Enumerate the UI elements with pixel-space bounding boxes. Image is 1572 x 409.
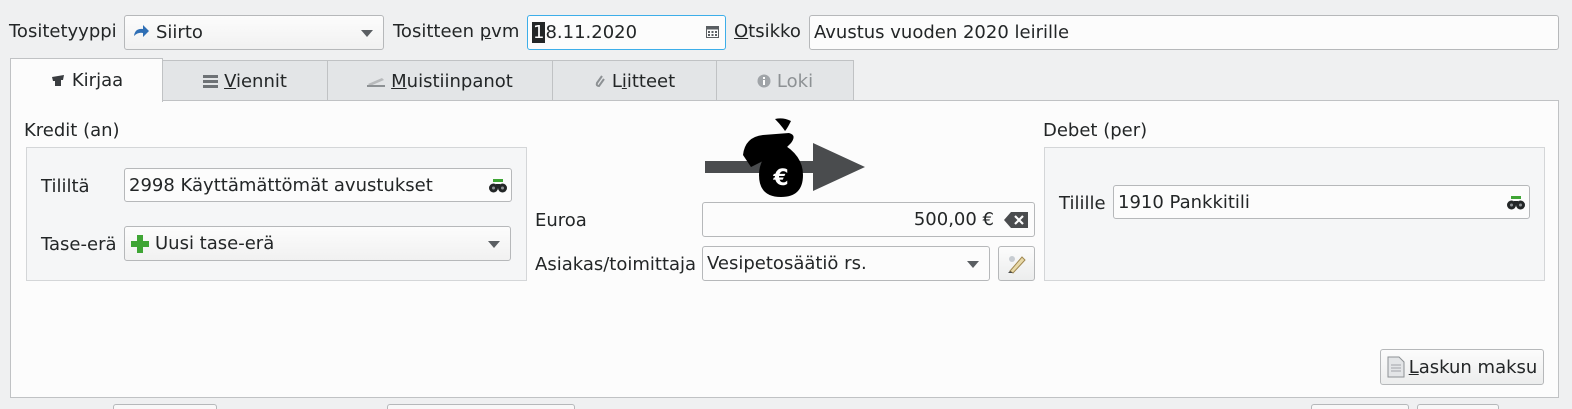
debit-account-label: Tilille (1059, 193, 1106, 214)
chevron-down-icon (967, 260, 979, 268)
note-icon (367, 75, 386, 87)
hat-icon (50, 74, 66, 88)
clear-icon[interactable] (1004, 212, 1028, 228)
title-value: Avustus vuoden 2020 leirille (814, 22, 1070, 43)
paperclip-icon (594, 73, 606, 89)
chevron-down-icon (361, 29, 373, 37)
debit-account-value: 1910 Pankkitili (1118, 191, 1250, 213)
tab-label: Kirjaa (71, 70, 124, 91)
amount-input[interactable]: 500,00 € (702, 202, 1035, 237)
tab-label: Viennit (224, 70, 287, 92)
calendar-icon[interactable] (706, 26, 719, 38)
amount-label: Euroa (535, 210, 587, 231)
credit-account-value: 2998 Käyttämättömät avustukset (129, 174, 433, 196)
customer-label: Asiakas/toimittaja (535, 254, 697, 275)
title-input[interactable]: Avustus vuoden 2020 leirille (809, 15, 1559, 50)
bottom-button[interactable] (387, 404, 575, 409)
customer-value: Vesipetosäätiö rs. (707, 253, 867, 274)
credit-balance-combo[interactable]: Uusi tase-erä (124, 226, 511, 261)
debit-group: Tilille 1910 Pankkitili (1044, 147, 1545, 281)
credit-balance-label: Tase-erä (41, 234, 117, 255)
title-label: Otsikko (734, 21, 801, 42)
tab-loki[interactable]: Loki (716, 60, 854, 101)
svg-text:€: € (772, 166, 788, 191)
tab-label: Muistiinpanot (391, 70, 513, 92)
voucher-type-value: Siirto (156, 22, 203, 43)
binoculars-icon[interactable] (489, 179, 507, 193)
voucher-date-input[interactable]: 1 8.11.2020 (527, 15, 726, 50)
voucher-date-label: Tositteen pvm (393, 21, 520, 42)
tab-kirjaa[interactable]: Kirjaa (10, 58, 163, 102)
money-transfer-icon: € (703, 115, 868, 204)
voucher-type-combo[interactable]: Siirto (124, 15, 384, 50)
edit-pencil-icon (1006, 253, 1028, 275)
voucher-type-label: Tositetyyppi (9, 21, 117, 42)
bottom-button[interactable] (1417, 404, 1499, 409)
tab-muistiinpanot[interactable]: Muistiinpanot (327, 60, 553, 101)
date-value: 8.11.2020 (545, 22, 638, 43)
amount-value: 500,00 € (913, 209, 994, 230)
debit-account-input[interactable]: 1910 Pankkitili (1113, 185, 1530, 219)
tab-label: Liitteet (611, 70, 676, 92)
info-icon (757, 74, 771, 88)
date-cursor: 1 (532, 22, 546, 43)
binoculars-icon[interactable] (1507, 196, 1525, 210)
bottom-button[interactable] (1311, 404, 1409, 409)
list-icon (203, 74, 219, 88)
credit-account-label: Tililtä (41, 176, 90, 197)
invoice-payment-button[interactable]: Laskun maksu (1380, 349, 1544, 385)
entry-panel: Kredit (an) Tililtä 2998 Käyttämättömät … (10, 100, 1559, 398)
debit-title: Debet (per) (1043, 120, 1148, 141)
bottom-button[interactable] (113, 404, 217, 409)
credit-group: Tililtä 2998 Käyttämättömät avustukset T… (26, 147, 527, 281)
tab-liitteet[interactable]: Liitteet (552, 60, 717, 101)
transfer-arrow-icon (131, 24, 151, 42)
document-icon (1387, 356, 1405, 378)
credit-account-input[interactable]: 2998 Käyttämättömät avustukset (124, 168, 512, 202)
credit-balance-value: Uusi tase-erä (155, 233, 275, 254)
tab-label: Loki (776, 70, 814, 92)
edit-customer-button[interactable] (998, 246, 1035, 281)
chevron-down-icon (488, 240, 500, 248)
invoice-payment-label: Laskun maksu (1408, 356, 1538, 378)
tab-viennit[interactable]: Viennit (162, 60, 328, 101)
credit-title: Kredit (an) (24, 120, 120, 141)
customer-combo[interactable]: Vesipetosäätiö rs. (702, 246, 990, 281)
plus-icon (131, 234, 149, 253)
